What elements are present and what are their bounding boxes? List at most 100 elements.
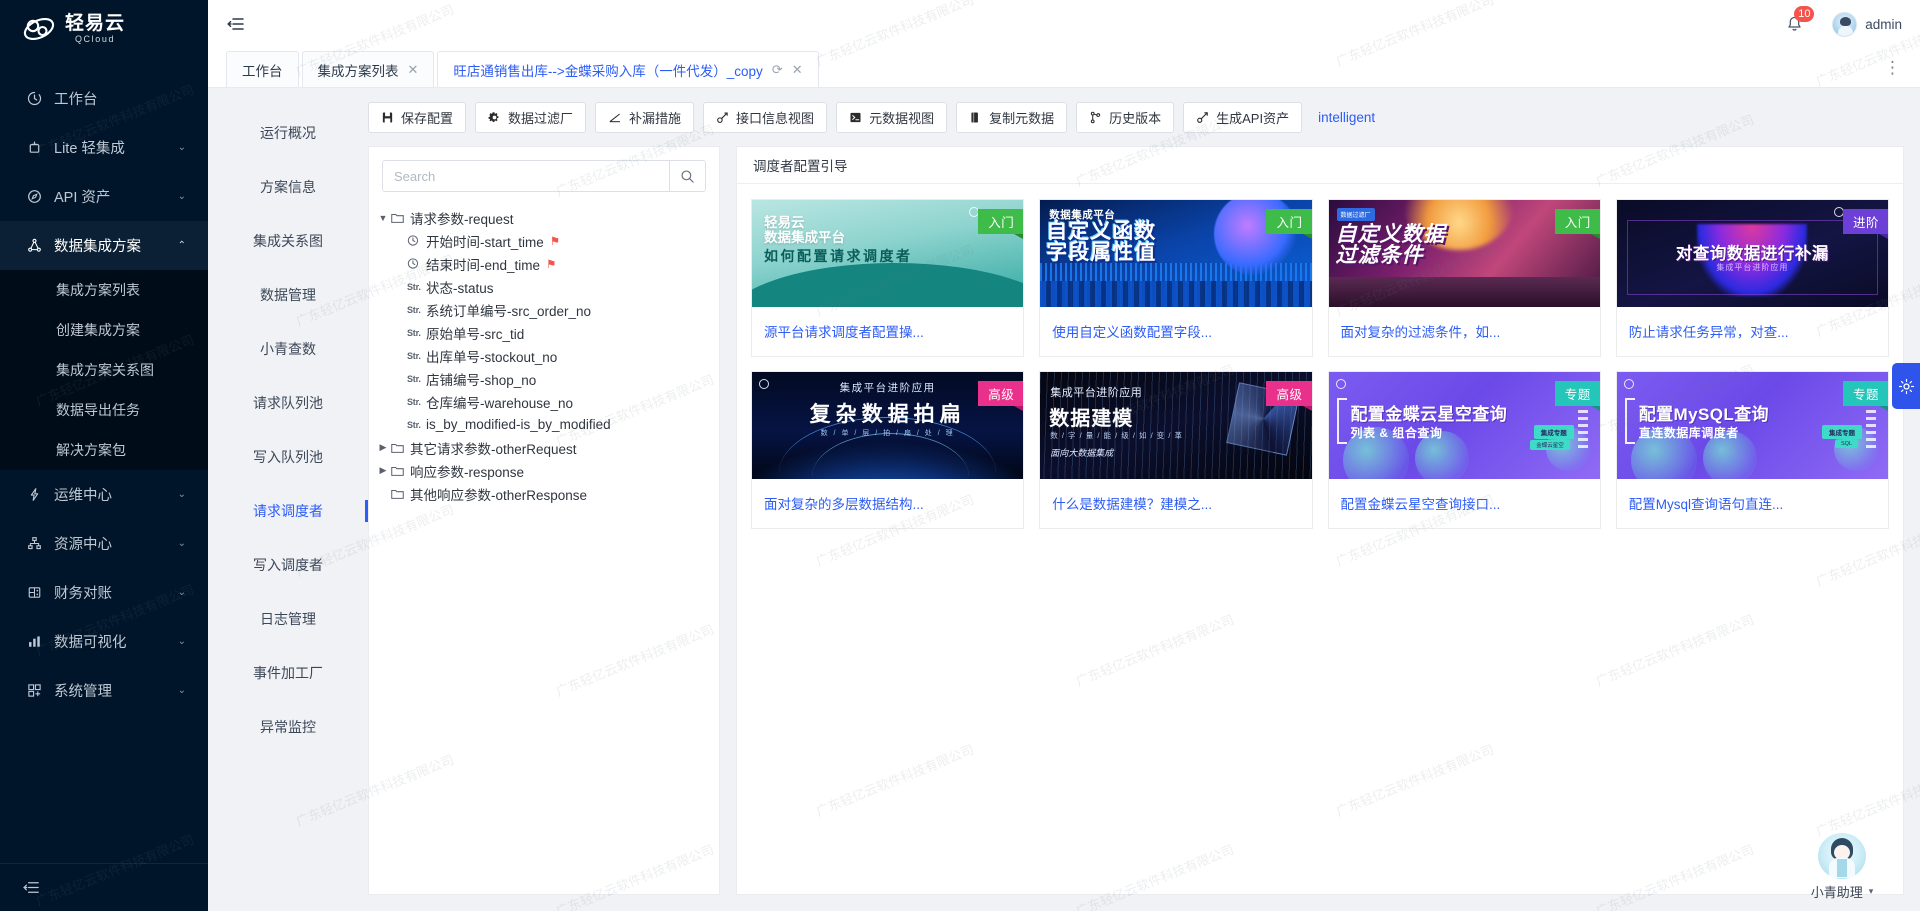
reload-icon[interactable]: ⟳ — [772, 62, 783, 78]
guide-card[interactable]: 对查询数据进行补漏 集成平台进阶应用 进阶 防止请求任务异常，对查... — [1616, 199, 1889, 357]
gap-fill-button[interactable]: 补漏措施 — [595, 102, 694, 133]
sidebar-item-api[interactable]: API 资产 ⌄ — [0, 172, 208, 221]
card-thumbnail: 配置MySQL查询 直连数据库调度者 集成专题 SQL 专题 — [1617, 372, 1888, 479]
card-title[interactable]: 配置金蝶云星空查询接口... — [1329, 479, 1600, 528]
menu-fold-icon[interactable] — [222, 10, 250, 38]
sidebar-collapse-button[interactable] — [0, 863, 208, 911]
sidebar-item-system[interactable]: 系统管理 ⌄ — [0, 666, 208, 715]
sidebar-item-ops-center[interactable]: 运维中心 ⌄ — [0, 470, 208, 519]
guide-card[interactable]: 轻易云 数据集成平台 如何配置请求调度者 入门 源平台请求调度者配置操... — [751, 199, 1024, 357]
copy-metadata-button[interactable]: 复制元数据 — [956, 102, 1067, 133]
sidebar-subitem-scheme-graph[interactable]: 集成方案关系图 — [0, 350, 208, 390]
card-title[interactable]: 面对复杂的过滤条件，如... — [1329, 307, 1600, 356]
close-icon[interactable]: ✕ — [792, 62, 803, 78]
caret-right-icon[interactable]: ▶ — [375, 442, 391, 453]
side-menu-item-request-queue[interactable]: 请求队列池 — [208, 376, 368, 430]
generate-api-asset-button[interactable]: 生成API资产 — [1183, 102, 1302, 133]
sidebar-item-resource-center[interactable]: 资源中心 ⌄ — [0, 519, 208, 568]
side-menu-item-exception-monitor[interactable]: 异常监控 — [208, 700, 368, 754]
side-menu-item-log-management[interactable]: 日志管理 — [208, 592, 368, 646]
side-menu-label: 请求调度者 — [253, 501, 323, 521]
side-menu-item-request-scheduler[interactable]: 请求调度者 — [208, 484, 368, 538]
tab-workbench[interactable]: 工作台 — [226, 51, 299, 87]
sidebar-subitem-scheme-list[interactable]: 集成方案列表 — [0, 270, 208, 310]
tree-node-src-order-no[interactable]: Str. 系统订单编号-src_order_no — [375, 298, 713, 321]
card-title[interactable]: 源平台请求调度者配置操... — [752, 307, 1023, 356]
assistant-widget[interactable]: 小青助理 ▾ — [1788, 833, 1896, 901]
sidebar-subitem-create-scheme[interactable]: 创建集成方案 — [0, 310, 208, 350]
close-icon[interactable]: ✕ — [408, 62, 419, 78]
side-menu-item-write-queue[interactable]: 写入队列池 — [208, 430, 368, 484]
caret-down-icon[interactable]: ▼ — [375, 213, 391, 223]
guide-card[interactable]: 数据集成平台 自定义函数 字段属性值 入门 使用自定义函数配置字段... — [1039, 199, 1312, 357]
search-input[interactable] — [383, 161, 669, 191]
chevron-down-icon[interactable]: ▾ — [1869, 886, 1874, 897]
notification-button[interactable]: 10 — [1785, 15, 1804, 34]
thumb-chip: 集成专题 — [1822, 425, 1862, 439]
thumb-chip: 集成专题 — [1534, 425, 1574, 439]
side-menu-item-scheme-info[interactable]: 方案信息 — [208, 160, 368, 214]
tree-node-start-time[interactable]: 开始时间-start_time ⚑ — [375, 229, 713, 252]
tree-node-response[interactable]: ▶ 响应参数-response — [375, 459, 713, 482]
tab-integration-detail[interactable]: 旺店通销售出库-->金蝶采购入库（一件代发）_copy ⟳ ✕ — [437, 51, 818, 87]
card-title[interactable]: 什么是数据建模？建模之... — [1040, 479, 1311, 528]
brand-logo-area[interactable]: 轻易云 QCloud — [0, 0, 208, 58]
sidebar-subitem-solution-pack[interactable]: 解决方案包 — [0, 430, 208, 470]
tree-node-src-tid[interactable]: Str. 原始单号-src_tid — [375, 321, 713, 344]
tree-node-end-time[interactable]: 结束时间-end_time ⚑ — [375, 252, 713, 275]
card-title[interactable]: 防止请求任务异常，对查... — [1617, 307, 1888, 356]
tree-node-label: 原始单号-src_tid — [426, 323, 524, 343]
guide-card[interactable]: 配置MySQL查询 直连数据库调度者 集成专题 SQL 专题 配置Mysql查询… — [1616, 371, 1889, 529]
sidebar-item-visualization[interactable]: 数据可视化 ⌄ — [0, 617, 208, 666]
sidebar-item-finance[interactable]: 财务对账 ⌄ — [0, 568, 208, 617]
tree-node-shop-no[interactable]: Str. 店铺编号-shop_no — [375, 367, 713, 390]
metadata-view-button[interactable]: 元数据视图 — [836, 102, 947, 133]
data-filter-button[interactable]: 数据过滤厂 — [475, 102, 586, 133]
card-title[interactable]: 使用自定义函数配置字段... — [1040, 307, 1311, 356]
caret-right-icon[interactable]: ▶ — [375, 465, 391, 476]
side-menu-item-xiaoqing-query[interactable]: 小青查数 — [208, 322, 368, 376]
tree-node-warehouse-no[interactable]: Str. 仓库编号-warehouse_no — [375, 390, 713, 413]
card-thumbnail: 配置金蝶云星空查询 列表 & 组合查询 集成专题 金蝶云星空 专题 — [1329, 372, 1600, 479]
sidebar-item-lite[interactable]: Lite 轻集成 ⌄ — [0, 123, 208, 172]
tree-node-request[interactable]: ▼ 请求参数-request — [375, 206, 713, 229]
tree-node-other-response[interactable]: 其他响应参数-otherResponse — [375, 482, 713, 505]
settings-handle-button[interactable] — [1892, 363, 1920, 409]
tab-scheme-list[interactable]: 集成方案列表 ✕ — [302, 51, 435, 87]
guide-card[interactable]: 集成平台进阶应用 复杂数据拍扁 数 / 单 / 层 / 拍 / 扁 / 处 / … — [751, 371, 1024, 529]
guide-card[interactable]: 配置金蝶云星空查询 列表 & 组合查询 集成专题 金蝶云星空 专题 配置金蝶云星… — [1328, 371, 1601, 529]
side-menu-item-event-factory[interactable]: 事件加工厂 — [208, 646, 368, 700]
search-button[interactable] — [669, 161, 705, 191]
interface-info-button[interactable]: 接口信息视图 — [703, 102, 827, 133]
thumb-line-2: 对查询数据进行补漏 — [1617, 240, 1888, 264]
tree-node-is-by-modified[interactable]: Str. is_by_modified-is_by_modified — [375, 413, 713, 436]
tree-node-other-request[interactable]: ▶ 其它请求参数-otherRequest — [375, 436, 713, 459]
string-type-icon: Str. — [407, 397, 426, 407]
content-area: 运行概况 方案信息 集成关系图 数据管理 小青查数 请求队列池 写入队列池 请求… — [208, 88, 1920, 911]
tree-node-stockout-no[interactable]: Str. 出库单号-stockout_no — [375, 344, 713, 367]
card-title[interactable]: 配置Mysql查询语句直连... — [1617, 479, 1888, 528]
history-version-button[interactable]: 历史版本 — [1076, 102, 1174, 133]
side-menu-item-data-management[interactable]: 数据管理 — [208, 268, 368, 322]
guide-card[interactable]: 集成平台进阶应用 数据建模 数 / 字 / 量 / 能 / 级 / 如 / 变 … — [1039, 371, 1312, 529]
side-menu-item-write-scheduler[interactable]: 写入调度者 — [208, 538, 368, 592]
save-config-button[interactable]: 保存配置 — [368, 102, 466, 133]
scheme-side-menu: 运行概况 方案信息 集成关系图 数据管理 小青查数 请求队列池 写入队列池 请求… — [208, 88, 368, 911]
card-ribbon-badge: 入门 — [1266, 209, 1311, 234]
side-menu-item-overview[interactable]: 运行概况 — [208, 106, 368, 160]
side-menu-item-relation-graph[interactable]: 集成关系图 — [208, 214, 368, 268]
user-menu[interactable]: admin — [1832, 12, 1902, 37]
card-title[interactable]: 面对复杂的多层数据结构... — [752, 479, 1023, 528]
guide-card[interactable]: 数据过滤厂 自定义数据 过滤条件 入门 面对复杂的过滤条件，如... — [1328, 199, 1601, 357]
sidebar-item-workbench[interactable]: 工作台 — [0, 74, 208, 123]
folder-icon — [391, 442, 410, 454]
sidebar-subitem-export-task[interactable]: 数据导出任务 — [0, 390, 208, 430]
tab-more-icon[interactable]: ⋮ — [1874, 58, 1912, 87]
tree-node-status[interactable]: Str. 状态-status — [375, 275, 713, 298]
sidebar-item-label: Lite 轻集成 — [54, 137, 178, 158]
tab-label: 工作台 — [242, 60, 283, 80]
intelligent-link[interactable]: intelligent — [1318, 110, 1375, 125]
sidebar-item-data-integration[interactable]: 数据集成方案 ⌃ — [0, 221, 208, 270]
button-label: 数据过滤厂 — [508, 108, 573, 127]
tree-node-label: is_by_modified-is_by_modified — [426, 417, 611, 432]
